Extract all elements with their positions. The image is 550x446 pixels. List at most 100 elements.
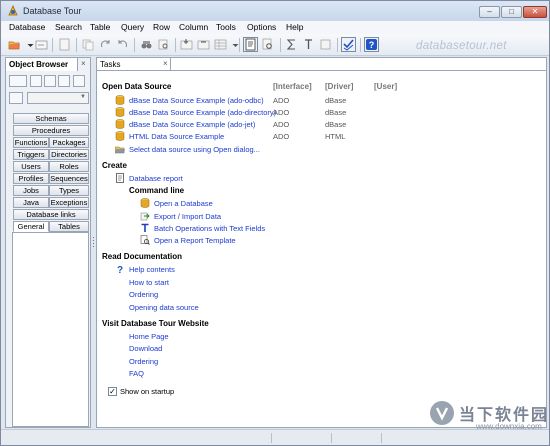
tab-general[interactable]: General bbox=[13, 221, 49, 232]
menu-options[interactable]: Options bbox=[247, 22, 276, 32]
properties-icon[interactable] bbox=[44, 75, 56, 87]
report-template-link[interactable]: Open a Report Template bbox=[154, 236, 236, 245]
delete-row-icon[interactable] bbox=[196, 37, 211, 52]
tab-tables[interactable]: Tables bbox=[49, 221, 89, 232]
menu-query[interactable]: Query bbox=[121, 22, 144, 32]
menu-help[interactable]: Help bbox=[286, 22, 303, 32]
tab-sequences[interactable]: Sequences bbox=[49, 173, 89, 184]
copy-object-icon[interactable] bbox=[58, 75, 70, 87]
undo-icon[interactable] bbox=[115, 37, 130, 52]
database-tour-logo-icon bbox=[8, 5, 18, 16]
delete-object-icon[interactable] bbox=[30, 75, 42, 87]
tab-directories[interactable]: Directories bbox=[49, 149, 89, 160]
show-on-startup-checkbox[interactable]: ✓ bbox=[108, 387, 117, 396]
help-icon[interactable]: ? bbox=[364, 37, 379, 52]
sum-icon[interactable] bbox=[284, 37, 299, 52]
tasks-panel: Tasks × Open Data Source [Interface] [Dr… bbox=[96, 57, 547, 428]
database-report-link[interactable]: Database report bbox=[129, 174, 183, 183]
help-contents-link[interactable]: Help contents bbox=[129, 265, 175, 274]
tab-tasks[interactable]: Tasks bbox=[97, 58, 171, 71]
close-window-button[interactable]: ✕ bbox=[523, 6, 547, 18]
data-source-link[interactable]: dBase Data Source Example (ado-directory… bbox=[129, 108, 276, 117]
insert-row-icon[interactable] bbox=[179, 37, 194, 52]
brand-url: www.downxia.com bbox=[476, 422, 542, 431]
object-tree[interactable] bbox=[12, 232, 89, 427]
text-icon[interactable] bbox=[301, 37, 316, 52]
close-tasks-icon[interactable]: × bbox=[163, 59, 168, 68]
driver-cell: HTML bbox=[325, 132, 346, 141]
tab-profiles[interactable]: Profiles bbox=[13, 173, 49, 184]
tab-jobs[interactable]: Jobs bbox=[13, 185, 49, 196]
opening-data-source-link[interactable]: Opening data source bbox=[129, 303, 199, 312]
interface-column-header: [Interface] bbox=[273, 82, 312, 91]
app-window: Database Tour – □ ✕ Database Search Tabl… bbox=[0, 0, 550, 446]
read-documentation-heading: Read Documentation bbox=[102, 252, 183, 261]
refresh-icon[interactable] bbox=[73, 75, 85, 87]
ordering-doc-link[interactable]: Ordering bbox=[129, 290, 158, 299]
tab-triggers[interactable]: Triggers bbox=[13, 149, 49, 160]
bookmark-icon[interactable] bbox=[318, 37, 333, 52]
downxia-logo-icon bbox=[430, 401, 454, 425]
help-question-icon: ? bbox=[117, 265, 123, 274]
table-grid-icon[interactable] bbox=[213, 37, 228, 52]
export-import-link[interactable]: Export / Import Data bbox=[154, 212, 221, 221]
menu-tools[interactable]: Tools bbox=[216, 22, 236, 32]
tab-schemas[interactable]: Schemas bbox=[13, 113, 89, 124]
new-object-icon[interactable] bbox=[9, 75, 27, 87]
home-page-link[interactable]: Home Page bbox=[129, 332, 169, 341]
open-folder-icon bbox=[115, 146, 125, 154]
table-dropdown-arrow-icon[interactable] bbox=[228, 37, 239, 52]
data-source-link[interactable]: HTML Data Source Example bbox=[129, 132, 224, 141]
open-folder-icon[interactable] bbox=[7, 37, 22, 52]
how-to-start-link[interactable]: How to start bbox=[129, 278, 169, 287]
watermark-text: databasetour.net bbox=[416, 40, 507, 52]
report-icon[interactable] bbox=[243, 37, 258, 52]
menu-search[interactable]: Search bbox=[55, 22, 82, 32]
tab-exceptions[interactable]: Exceptions bbox=[49, 197, 89, 208]
select-data-source-link[interactable]: Select data source using Open dialog... bbox=[129, 145, 260, 154]
ordering-web-link[interactable]: Ordering bbox=[129, 357, 158, 366]
copy-icon[interactable] bbox=[81, 37, 96, 52]
maximize-button[interactable]: □ bbox=[501, 6, 522, 18]
panel-splitter[interactable] bbox=[92, 57, 95, 428]
tab-packages[interactable]: Packages bbox=[49, 137, 89, 148]
download-link[interactable]: Download bbox=[129, 344, 162, 353]
data-source-link[interactable]: dBase Data Source Example (ado-odbc) bbox=[129, 96, 264, 105]
title-bar: Database Tour – □ ✕ bbox=[1, 1, 549, 21]
tab-users[interactable]: Users bbox=[13, 161, 49, 172]
menu-column[interactable]: Column bbox=[179, 22, 208, 32]
redo-icon[interactable] bbox=[98, 37, 113, 52]
tab-object-browser[interactable]: Object Browser bbox=[6, 58, 78, 71]
find-next-icon[interactable] bbox=[156, 37, 171, 52]
menu-row[interactable]: Row bbox=[153, 22, 170, 32]
dropdown-arrow-icon[interactable] bbox=[23, 37, 34, 52]
main-toolbar: ? databasetour.net bbox=[1, 34, 549, 56]
tab-procedures[interactable]: Procedures bbox=[13, 125, 89, 136]
print-preview-icon[interactable] bbox=[260, 37, 275, 52]
filter-icon[interactable] bbox=[9, 92, 23, 104]
tab-roles[interactable]: Roles bbox=[49, 161, 89, 172]
tab-java[interactable]: Java bbox=[13, 197, 49, 208]
menu-table[interactable]: Table bbox=[90, 22, 110, 32]
driver-cell: dBase bbox=[325, 108, 347, 117]
report-document-icon bbox=[116, 173, 124, 183]
tab-types[interactable]: Types bbox=[49, 185, 89, 196]
tab-functions[interactable]: Functions bbox=[13, 137, 49, 148]
batch-operations-link[interactable]: Batch Operations with Text Fields bbox=[154, 224, 265, 233]
faq-link[interactable]: FAQ bbox=[129, 369, 144, 378]
minimize-button[interactable]: – bbox=[479, 6, 500, 18]
open-recent-icon[interactable] bbox=[34, 37, 49, 52]
svg-text:?: ? bbox=[369, 40, 375, 50]
object-filter-select[interactable] bbox=[27, 92, 89, 104]
check-tasks-icon[interactable] bbox=[341, 37, 356, 52]
interface-cell: ADO bbox=[273, 132, 290, 141]
open-database-link[interactable]: Open a Database bbox=[154, 199, 213, 208]
visit-website-heading: Visit Database Tour Website bbox=[102, 319, 209, 328]
new-document-icon[interactable] bbox=[57, 37, 72, 52]
close-object-browser-icon[interactable]: × bbox=[81, 59, 86, 68]
tab-database-links[interactable]: Database links bbox=[13, 209, 89, 220]
driver-column-header: [Driver] bbox=[325, 82, 354, 91]
data-source-link[interactable]: dBase Data Source Example (ado-jet) bbox=[129, 120, 255, 129]
menu-database[interactable]: Database bbox=[9, 22, 45, 32]
binoculars-icon[interactable] bbox=[139, 37, 154, 52]
